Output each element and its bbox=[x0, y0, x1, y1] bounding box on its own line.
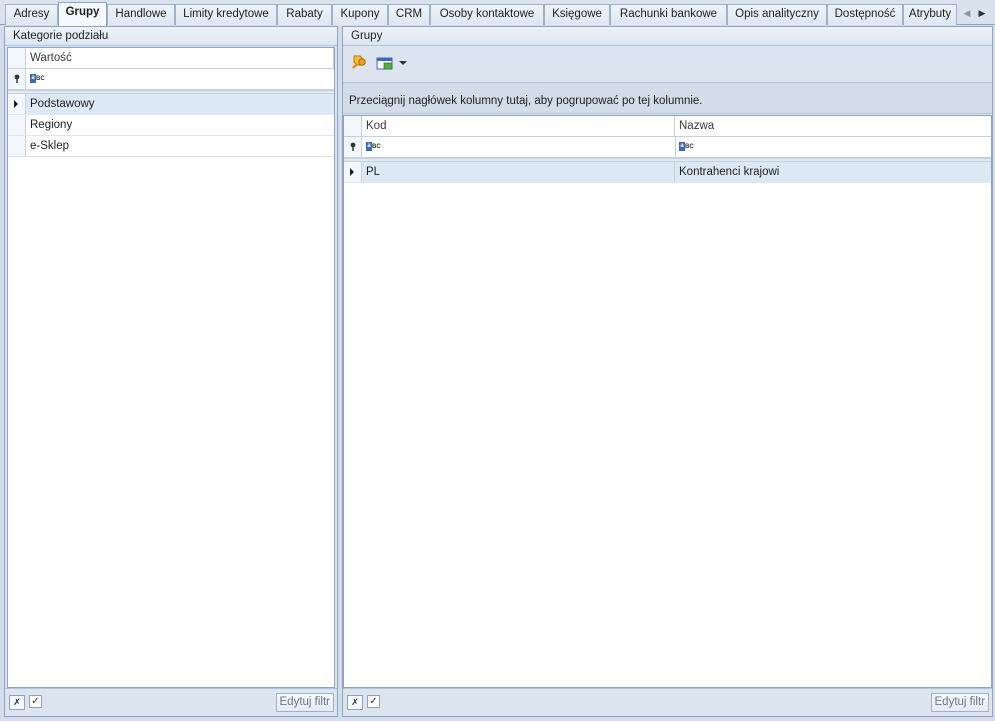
tab-atrybuty[interactable]: Atrybuty bbox=[903, 4, 957, 25]
tab-scroll-right-icon[interactable]: ▶ bbox=[976, 6, 988, 20]
column-header-kod[interactable]: Kod bbox=[362, 116, 675, 136]
row-indicator bbox=[8, 115, 26, 135]
list-item[interactable]: Regiony bbox=[8, 115, 334, 136]
grid-header-row: Kod Nazwa bbox=[344, 116, 991, 137]
tab-crm[interactable]: CRM bbox=[388, 4, 430, 25]
grid-header-row: Wartość bbox=[8, 48, 334, 69]
header-indicator bbox=[344, 116, 362, 136]
filter-checkbox[interactable]: ✓ bbox=[367, 695, 380, 708]
tab-kupony[interactable]: Kupony bbox=[332, 4, 388, 25]
tab-rabaty[interactable]: Rabaty bbox=[277, 4, 332, 25]
row-indicator bbox=[344, 162, 362, 182]
grid-settings-icon[interactable] bbox=[375, 53, 397, 73]
tab-limity-kredytowe[interactable]: Limity kredytowe bbox=[175, 4, 277, 25]
tab-opis-analityczny[interactable]: Opis analityczny bbox=[727, 4, 827, 25]
categories-grid: Wartość a BC Podstawowy Regiony e-Sklep bbox=[7, 47, 335, 688]
toolbar bbox=[343, 47, 992, 81]
filter-indicator bbox=[344, 137, 362, 157]
filter-row[interactable]: a BC a BC bbox=[344, 137, 991, 158]
row-indicator bbox=[8, 94, 26, 114]
filter-indicator bbox=[8, 69, 26, 89]
list-item-label: e-Sklep bbox=[30, 140, 69, 152]
right-panel-title: Grupy bbox=[343, 27, 992, 46]
column-header-wartosc[interactable]: Wartość bbox=[26, 48, 334, 68]
tab-handlowe[interactable]: Handlowe bbox=[107, 4, 175, 25]
tab-ksiegowe[interactable]: Księgowe bbox=[544, 4, 610, 25]
right-panel: Grupy Przeciągnij nagłówek kolumny tutaj… bbox=[342, 26, 993, 717]
right-panel-footer: ✗ ✓ Edytuj filtr bbox=[343, 688, 992, 716]
cell-kod: PL bbox=[362, 162, 675, 182]
table-row[interactable]: PL Kontrahenci krajowi bbox=[344, 162, 991, 183]
group-by-panel[interactable]: Przeciągnij nagłówek kolumny tutaj, aby … bbox=[343, 82, 992, 114]
row-arrow-icon bbox=[350, 168, 354, 176]
edit-filter-button[interactable]: Edytuj filtr bbox=[930, 693, 989, 712]
edit-filter-button[interactable]: Edytuj filtr bbox=[275, 693, 334, 712]
left-panel-title: Kategorie podziału bbox=[5, 27, 337, 46]
row-arrow-icon bbox=[14, 100, 18, 108]
header-indicator bbox=[8, 48, 26, 68]
abc-filter-icon[interactable]: a BC bbox=[366, 142, 382, 151]
column-header-nazwa[interactable]: Nazwa bbox=[675, 116, 991, 136]
filter-pin-icon bbox=[14, 74, 20, 83]
filter-checkbox[interactable]: ✓ bbox=[29, 695, 42, 708]
tab-scroll-left-icon[interactable]: ◀ bbox=[961, 6, 973, 20]
left-panel-footer: ✗ ✓ Edytuj filtr bbox=[5, 688, 337, 716]
tab-osoby-kontaktowe[interactable]: Osoby kontaktowe bbox=[430, 4, 544, 25]
cell-nazwa: Kontrahenci krajowi bbox=[679, 166, 780, 178]
clear-filter-icon[interactable]: ✗ bbox=[347, 695, 363, 710]
tab-adresy[interactable]: Adresy bbox=[5, 4, 58, 25]
add-group-icon[interactable] bbox=[348, 53, 370, 73]
abc-filter-icon[interactable]: a BC bbox=[679, 142, 695, 151]
tab-dostepnosc[interactable]: Dostępność bbox=[827, 4, 903, 25]
filter-row[interactable]: a BC bbox=[8, 69, 334, 90]
abc-filter-icon[interactable]: a BC bbox=[30, 74, 46, 83]
column-divider bbox=[675, 137, 676, 157]
list-item-label: Regiony bbox=[30, 119, 73, 131]
groups-grid: Kod Nazwa a BC a BC PL Kontrahenci krajowi bbox=[343, 115, 992, 688]
list-item[interactable]: e-Sklep bbox=[8, 136, 334, 157]
list-item[interactable]: Podstawowy bbox=[8, 94, 334, 115]
tab-strip: Adresy Grupy Handlowe Limity kredytowe R… bbox=[0, 0, 995, 26]
clear-filter-icon[interactable]: ✗ bbox=[9, 695, 25, 710]
filter-pin-icon bbox=[350, 142, 356, 151]
dropdown-arrow-icon[interactable] bbox=[397, 53, 409, 73]
tab-grupy[interactable]: Grupy bbox=[58, 2, 107, 26]
tab-rachunki-bankowe[interactable]: Rachunki bankowe bbox=[610, 4, 727, 25]
left-panel: Kategorie podziału Wartość a BC Podstawow… bbox=[4, 26, 338, 717]
row-indicator bbox=[8, 136, 26, 156]
list-item-label: Podstawowy bbox=[30, 98, 95, 110]
